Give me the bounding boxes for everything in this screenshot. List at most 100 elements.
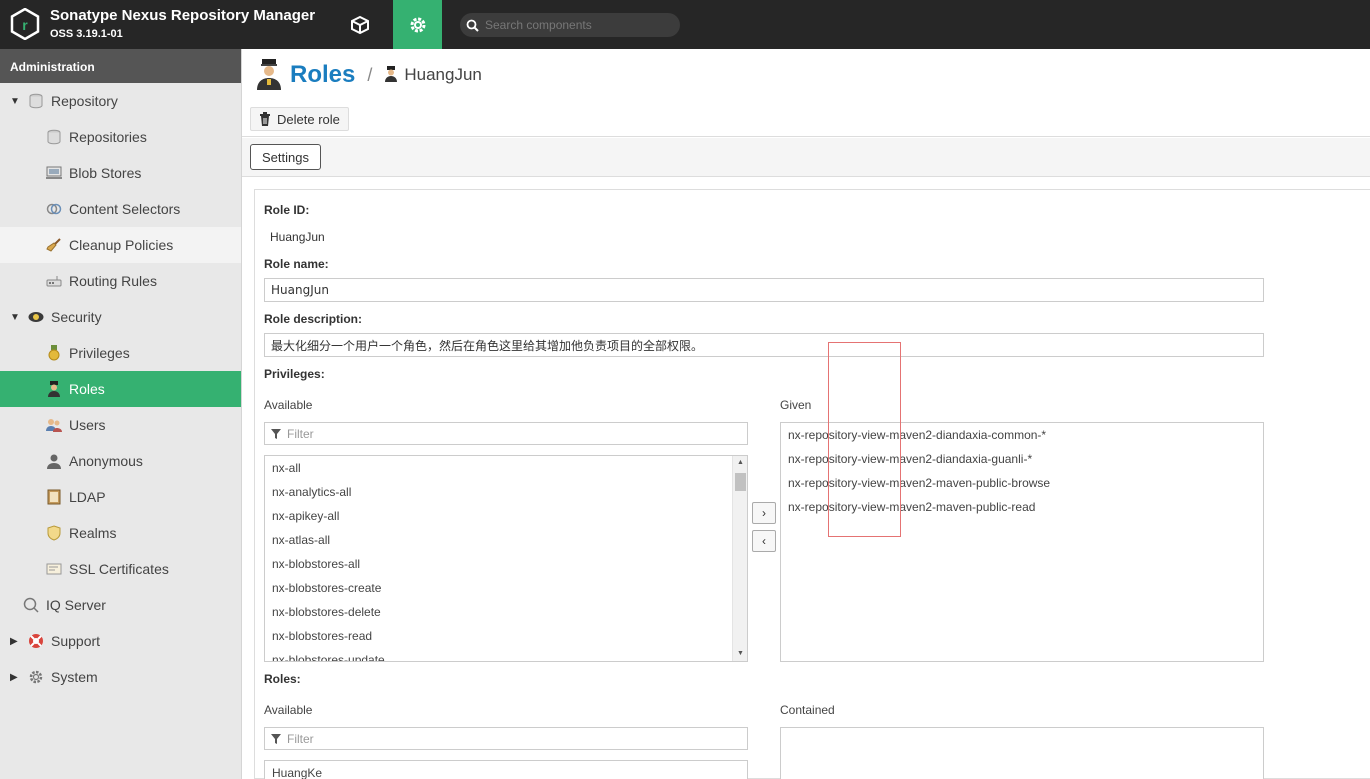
tab-bar: Settings <box>242 138 1370 177</box>
svg-text:r: r <box>22 17 28 33</box>
role-description-field[interactable] <box>264 333 1264 357</box>
router-icon <box>46 273 62 289</box>
lifebuoy-icon <box>28 633 44 649</box>
search-box[interactable] <box>460 13 680 37</box>
list-item[interactable]: nx-apikey-all <box>265 504 747 528</box>
sidebar-item-support[interactable]: ▶ Support <box>0 623 241 659</box>
list-item[interactable]: nx-blobstores-read <box>265 624 747 648</box>
sidebar-item-realms[interactable]: Realms <box>0 515 241 551</box>
delete-role-label: Delete role <box>277 111 340 127</box>
list-item[interactable]: nx-all <box>265 456 747 480</box>
sidebar-item-label: Cleanup Policies <box>69 237 174 253</box>
delete-role-button[interactable]: Delete role <box>250 107 349 131</box>
caret-right-icon[interactable]: ▶ <box>10 672 22 683</box>
roles-label: Roles: <box>264 672 301 686</box>
book-icon <box>46 489 62 505</box>
sidebar-item-label: Realms <box>69 525 117 541</box>
available-roles-list[interactable]: HuangKe <box>264 760 748 779</box>
list-item[interactable]: nx-blobstores-delete <box>265 600 747 624</box>
sidebar-item-system[interactable]: ▶ System <box>0 659 241 695</box>
list-item[interactable]: HuangKe <box>265 761 747 779</box>
tab-settings[interactable]: Settings <box>250 144 321 170</box>
sidebar-item-repository[interactable]: ▼ Repository <box>0 83 241 119</box>
sidebar-heading: Administration <box>0 49 241 83</box>
app-version: OSS 3.19.1-01 <box>50 28 123 40</box>
list-item[interactable]: nx-repository-view-maven2-maven-public-r… <box>781 495 1263 519</box>
sidebar-item-content-selectors[interactable]: Content Selectors <box>0 191 241 227</box>
caret-down-icon[interactable]: ▼ <box>10 312 22 323</box>
sidebar-item-routing-rules[interactable]: Routing Rules <box>0 263 241 299</box>
security-badge-icon <box>28 309 44 325</box>
breadcrumb: Roles / HuangJun <box>256 57 482 93</box>
breadcrumb-separator: / <box>367 64 373 85</box>
browse-cube-icon[interactable] <box>337 0 383 49</box>
sidebar-item-label: Roles <box>69 381 105 397</box>
list-item[interactable]: nx-blobstores-create <box>265 576 747 600</box>
caret-right-icon[interactable]: ▶ <box>10 636 22 647</box>
breadcrumb-current: HuangJun <box>404 65 482 84</box>
role-name-field[interactable] <box>264 278 1264 302</box>
server-icon <box>46 165 62 181</box>
role-id-value: HuangJun <box>270 230 325 244</box>
list-item[interactable]: nx-blobstores-all <box>265 552 747 576</box>
officer-icon <box>256 58 282 93</box>
role-name-label: Role name: <box>264 257 329 271</box>
scroll-down-arrow-icon[interactable]: ▼ <box>733 647 747 661</box>
list-item[interactable]: nx-analytics-all <box>265 480 747 504</box>
given-privileges-list[interactable]: nx-repository-view-maven2-diandaxia-comm… <box>780 422 1264 662</box>
roles-available-label: Available <box>264 703 313 717</box>
app-title: Sonatype Nexus Repository Manager <box>50 7 316 24</box>
list-item[interactable]: nx-repository-view-maven2-diandaxia-guan… <box>781 447 1263 471</box>
scrollbar[interactable]: ▲ ▼ <box>732 456 747 661</box>
sidebar-item-blob-stores[interactable]: Blob Stores <box>0 155 241 191</box>
breadcrumb-roles-link[interactable]: Roles <box>290 61 355 89</box>
certificate-icon <box>46 561 62 577</box>
move-left-button[interactable]: ‹ <box>752 530 776 552</box>
list-item[interactable]: nx-repository-view-maven2-diandaxia-comm… <box>781 423 1263 447</box>
main-content: Roles / HuangJun Delete role Settings Ro… <box>242 49 1370 779</box>
sidebar-item-label: System <box>51 669 98 685</box>
sidebar-item-repositories[interactable]: Repositories <box>0 119 241 155</box>
roles-filter-input[interactable] <box>287 731 687 746</box>
database-icon <box>28 93 44 109</box>
available-privileges-list[interactable]: nx-all nx-analytics-all nx-apikey-all nx… <box>264 455 748 662</box>
scroll-up-arrow-icon[interactable]: ▲ <box>733 456 747 470</box>
privileges-filter-input[interactable] <box>287 426 687 441</box>
privileges-given-label: Given <box>780 398 812 412</box>
sidebar-item-cleanup-policies[interactable]: Cleanup Policies <box>0 227 241 263</box>
list-item[interactable]: nx-atlas-all <box>265 528 747 552</box>
role-description-label: Role description: <box>264 312 363 326</box>
list-item[interactable]: nx-blobstores-update <box>265 648 747 661</box>
sidebar-item-roles[interactable]: Roles <box>0 371 241 407</box>
sidebar-item-label: Blob Stores <box>69 165 142 181</box>
roles-filter[interactable] <box>264 727 748 750</box>
top-header: r Sonatype Nexus Repository Manager OSS … <box>0 0 1370 49</box>
search-input[interactable] <box>485 18 665 32</box>
caret-down-icon[interactable]: ▼ <box>10 96 22 107</box>
sidebar-item-label: Content Selectors <box>69 201 181 217</box>
sidebar-item-security[interactable]: ▼ Security <box>0 299 241 335</box>
shield-icon <box>46 525 62 541</box>
sidebar-item-label: LDAP <box>69 489 106 505</box>
admin-gear-icon[interactable] <box>393 0 442 49</box>
sidebar-item-anonymous[interactable]: Anonymous <box>0 443 241 479</box>
sidebar-item-label: IQ Server <box>46 597 106 613</box>
sidebar-item-label: Support <box>51 633 101 649</box>
sidebar-item-ssl-certificates[interactable]: SSL Certificates <box>0 551 241 587</box>
privileges-filter[interactable] <box>264 422 748 445</box>
sidebar-item-privileges[interactable]: Privileges <box>0 335 241 371</box>
sidebar-item-label: Repositories <box>69 129 147 145</box>
list-item[interactable]: nx-repository-view-maven2-maven-public-b… <box>781 471 1263 495</box>
sidebar-item-iq-server[interactable]: IQ Server <box>0 587 241 623</box>
scrollbar-thumb[interactable] <box>735 473 746 491</box>
role-id-label: Role ID: <box>264 203 310 217</box>
filter-icon <box>271 733 281 744</box>
sidebar-item-ldap[interactable]: LDAP <box>0 479 241 515</box>
filter-icon <box>271 428 281 439</box>
move-right-button[interactable]: › <box>752 502 776 524</box>
privileges-label: Privileges: <box>264 367 325 381</box>
contained-roles-list[interactable] <box>780 727 1264 779</box>
sidebar-item-label: Repository <box>51 93 118 109</box>
nexus-logo-icon[interactable]: r <box>10 7 40 41</box>
sidebar-item-users[interactable]: Users <box>0 407 241 443</box>
